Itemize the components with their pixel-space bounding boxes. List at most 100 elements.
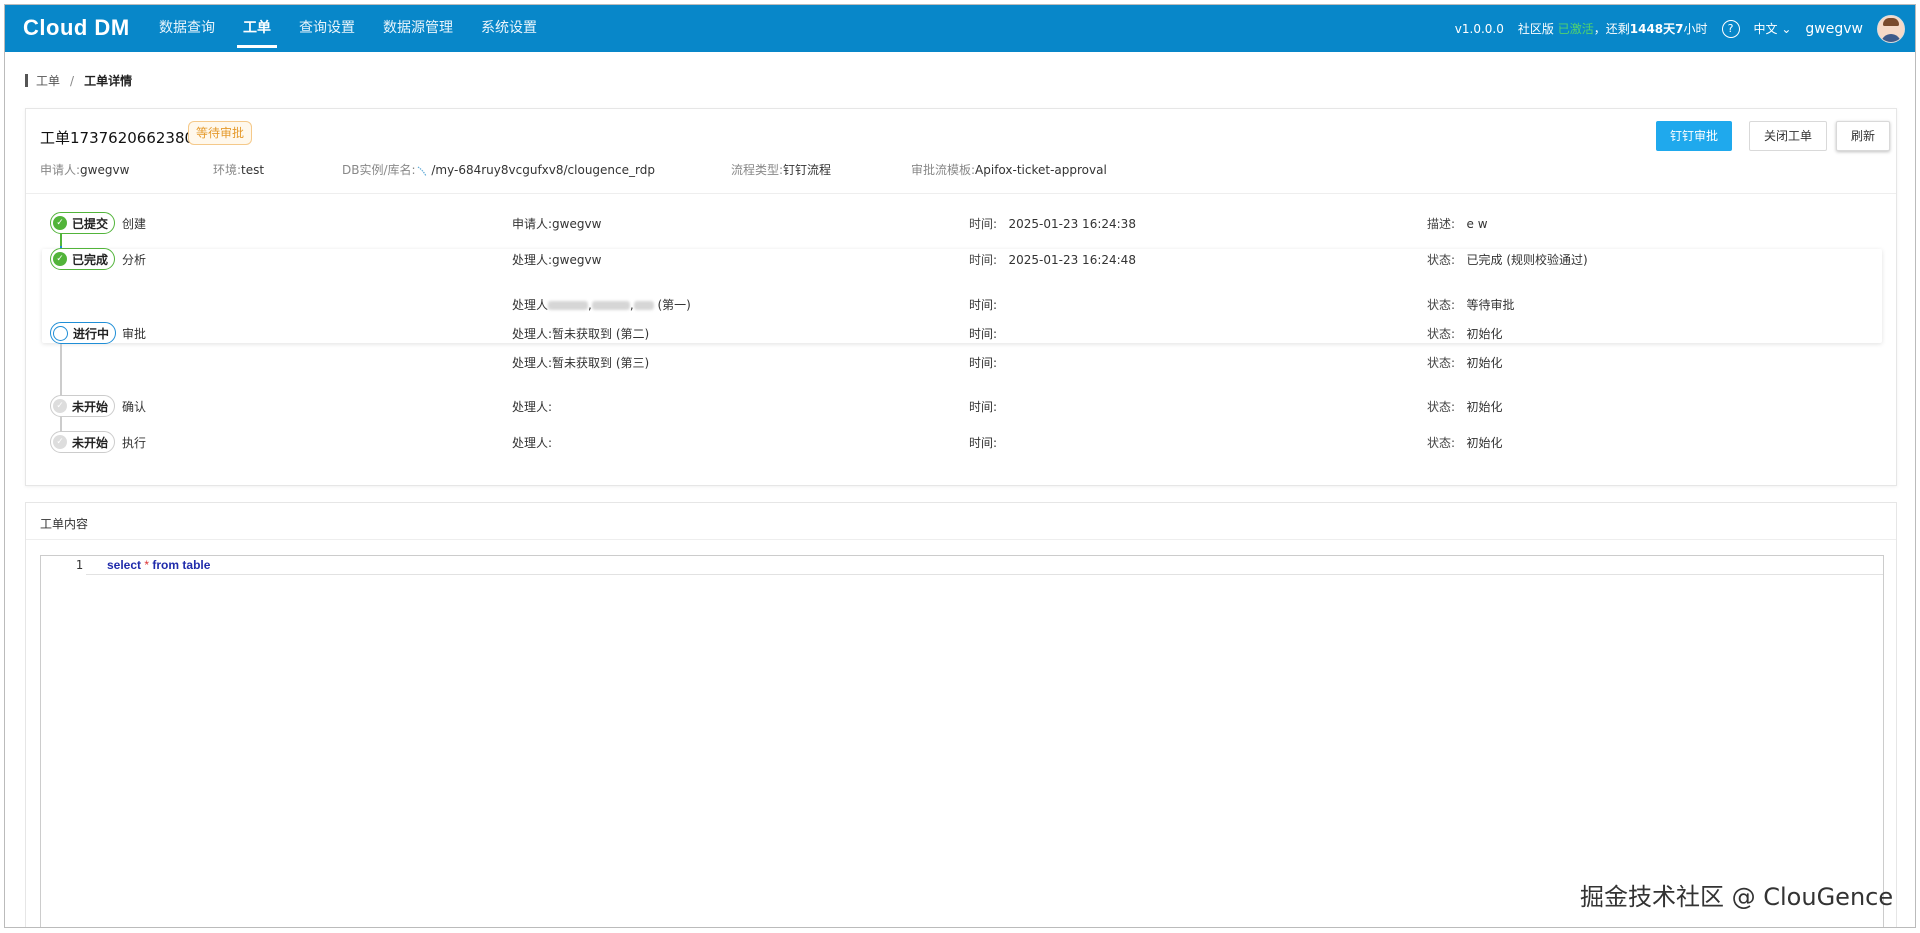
database-icon (417, 166, 427, 176)
approver-1-time: 时间: (969, 298, 998, 312)
close-ticket-button[interactable]: 关闭工单 (1749, 121, 1828, 151)
step-analyze-status: 状态: 已完成 (规则校验通过) (1427, 251, 1588, 268)
breadcrumb-root[interactable]: 工单 (36, 72, 60, 89)
meta-template: 审批流模板:Apifox-ticket-approval (911, 161, 1107, 178)
check-icon: ✓ (53, 216, 67, 230)
check-icon: ✓ (53, 399, 67, 413)
handler-label: 处理人 (512, 298, 549, 312)
status-value: 初始化 (1466, 327, 1503, 341)
meta-env-value: test (241, 163, 265, 177)
meta-applicant-label: 申请人: (40, 163, 81, 177)
status-label: 状态: (1427, 327, 1456, 341)
approver-2-time: 时间: (969, 327, 998, 341)
nav-query-settings[interactable]: 查询设置 (285, 5, 369, 52)
nav-datasource-management[interactable]: 数据源管理 (369, 5, 467, 52)
step-name-analyze: 分析 (122, 253, 147, 267)
status-value: 初始化 (1466, 400, 1503, 414)
breadcrumb-separator: / (70, 73, 75, 88)
chevron-down-icon: ⌄ (1781, 22, 1792, 36)
sql-operator: * (144, 558, 150, 572)
description-value: e w (1466, 217, 1488, 231)
language-label: 中文 (1753, 22, 1778, 36)
status-label: 状态: (1427, 400, 1456, 414)
step-name-approve: 审批 (122, 327, 147, 341)
remaining-suffix: 小时 (1683, 22, 1708, 36)
status-label: 状态: (1427, 356, 1456, 370)
step-badge-not-started: ✓ 未开始 (50, 395, 116, 417)
step-name-execute: 执行 (122, 436, 147, 450)
sql-keyword: from (152, 558, 180, 572)
step-badge-not-started: ✓ 未开始 (50, 431, 116, 453)
sql-identifier: table (182, 558, 211, 572)
approver-order: (第一) (657, 298, 691, 312)
meta-applicant-value: gwegvw (80, 163, 130, 177)
status-badge: 等待审批 (188, 121, 253, 145)
step-badge-label: 已提交 (72, 216, 109, 231)
step-name-create: 创建 (122, 217, 147, 231)
check-icon: ✓ (53, 252, 67, 266)
app-window: Cloud DM 数据查询 工单 查询设置 数据源管理 系统设置 v1.0.0.… (4, 4, 1916, 928)
sql-keyword: select (107, 558, 142, 572)
meta-flow-value: 钉钉流程 (783, 163, 832, 177)
step-analyze-handler: 处理人:gwegvw (512, 253, 602, 267)
watermark-text: 掘金技术社区 @ ClouGence (1580, 883, 1894, 911)
check-icon: ✓ (53, 435, 67, 449)
language-selector[interactable]: 中文 ⌄ (1754, 20, 1792, 37)
meta-db-value[interactable]: /my-684ruy8vcgufxv8/clougence_rdp (431, 163, 655, 177)
header-right: v1.0.0.0 社区版 已激活，还剩1448天7小时 ? 中文 ⌄ gwegv… (1455, 5, 1915, 52)
status-label: 状态: (1427, 436, 1456, 450)
time-label: 时间: (969, 217, 998, 231)
sql-editor[interactable]: 1 select * from table (40, 555, 1884, 927)
step-badge-label: 已完成 (72, 252, 109, 267)
ticket-title: 工单1737620662380 (40, 129, 195, 147)
nav-data-query[interactable]: 数据查询 (145, 5, 229, 52)
redacted-name (591, 301, 630, 310)
step-execute-handler: 处理人: (512, 436, 553, 450)
step-name-confirm: 确认 (122, 400, 147, 414)
version-label: v1.0.0.0 (1454, 21, 1504, 36)
meta-applicant: 申请人:gwegvw (40, 161, 129, 178)
code-line[interactable]: select * from table (107, 558, 210, 572)
approver-1: 处理人,, (第一) (512, 298, 691, 312)
approval-step-box (42, 249, 1882, 343)
time-value: 2025-01-23 16:24:38 (1008, 217, 1136, 231)
activated-status: 已激活 (1557, 22, 1594, 36)
meta-db: DB实例/库名: /my-684ruy8vcgufxv8/clougence_r… (342, 161, 655, 178)
active-line-highlight (41, 556, 1883, 575)
time-label: 时间: (969, 253, 998, 267)
nav-ticket[interactable]: 工单 (229, 5, 285, 52)
status-value: 初始化 (1466, 356, 1503, 370)
step-badge-label: 未开始 (72, 399, 109, 414)
approver-3-time: 时间: (969, 356, 998, 370)
nav-system-settings[interactable]: 系统设置 (467, 5, 551, 52)
avatar[interactable] (1877, 14, 1905, 43)
ticket-content-title: 工单内容 (40, 517, 89, 531)
help-icon[interactable]: ? (1721, 19, 1740, 38)
step-create-description: 描述: e w (1427, 215, 1488, 232)
refresh-button[interactable]: 刷新 (1836, 121, 1891, 151)
main-nav: 数据查询 工单 查询设置 数据源管理 系统设置 (145, 5, 551, 52)
line-number: 1 (75, 558, 83, 572)
meta-flow-label: 流程类型: (731, 163, 784, 177)
time-value: 2025-01-23 16:24:48 (1008, 253, 1136, 267)
remaining-value: 1448天7 (1629, 22, 1684, 36)
step-badge-completed: ✓ 已完成 (50, 248, 116, 270)
status-label: 状态: (1427, 298, 1456, 312)
edition-label: 社区版 (1517, 22, 1554, 36)
step-confirm-status: 状态: 初始化 (1427, 398, 1503, 415)
step-badge-label: 未开始 (72, 435, 109, 450)
step-badge-in-progress: 进行中 (50, 322, 117, 344)
status-value: 已完成 (规则校验通过) (1466, 253, 1588, 267)
meta-template-value: Apifox-ticket-approval (975, 163, 1107, 177)
step-execute-status: 状态: 初始化 (1427, 434, 1503, 451)
breadcrumb-current: 工单详情 (84, 74, 133, 88)
workflow-steps: ✓ 已提交 创建 申请人:gwegvw 时间: 2025-01-23 16:24:… (26, 194, 1896, 484)
app-logo[interactable]: Cloud DM (23, 15, 130, 41)
approver-2-status: 状态: 初始化 (1427, 325, 1503, 342)
dingtalk-approval-button[interactable]: 钉钉审批 (1656, 121, 1733, 151)
description-label: 描述: (1427, 217, 1456, 231)
panel-divider (26, 539, 1896, 540)
editor-gutter (41, 556, 86, 927)
username[interactable]: gwegvw (1805, 21, 1863, 37)
top-navbar: Cloud DM 数据查询 工单 查询设置 数据源管理 系统设置 v1.0.0.… (5, 5, 1915, 52)
